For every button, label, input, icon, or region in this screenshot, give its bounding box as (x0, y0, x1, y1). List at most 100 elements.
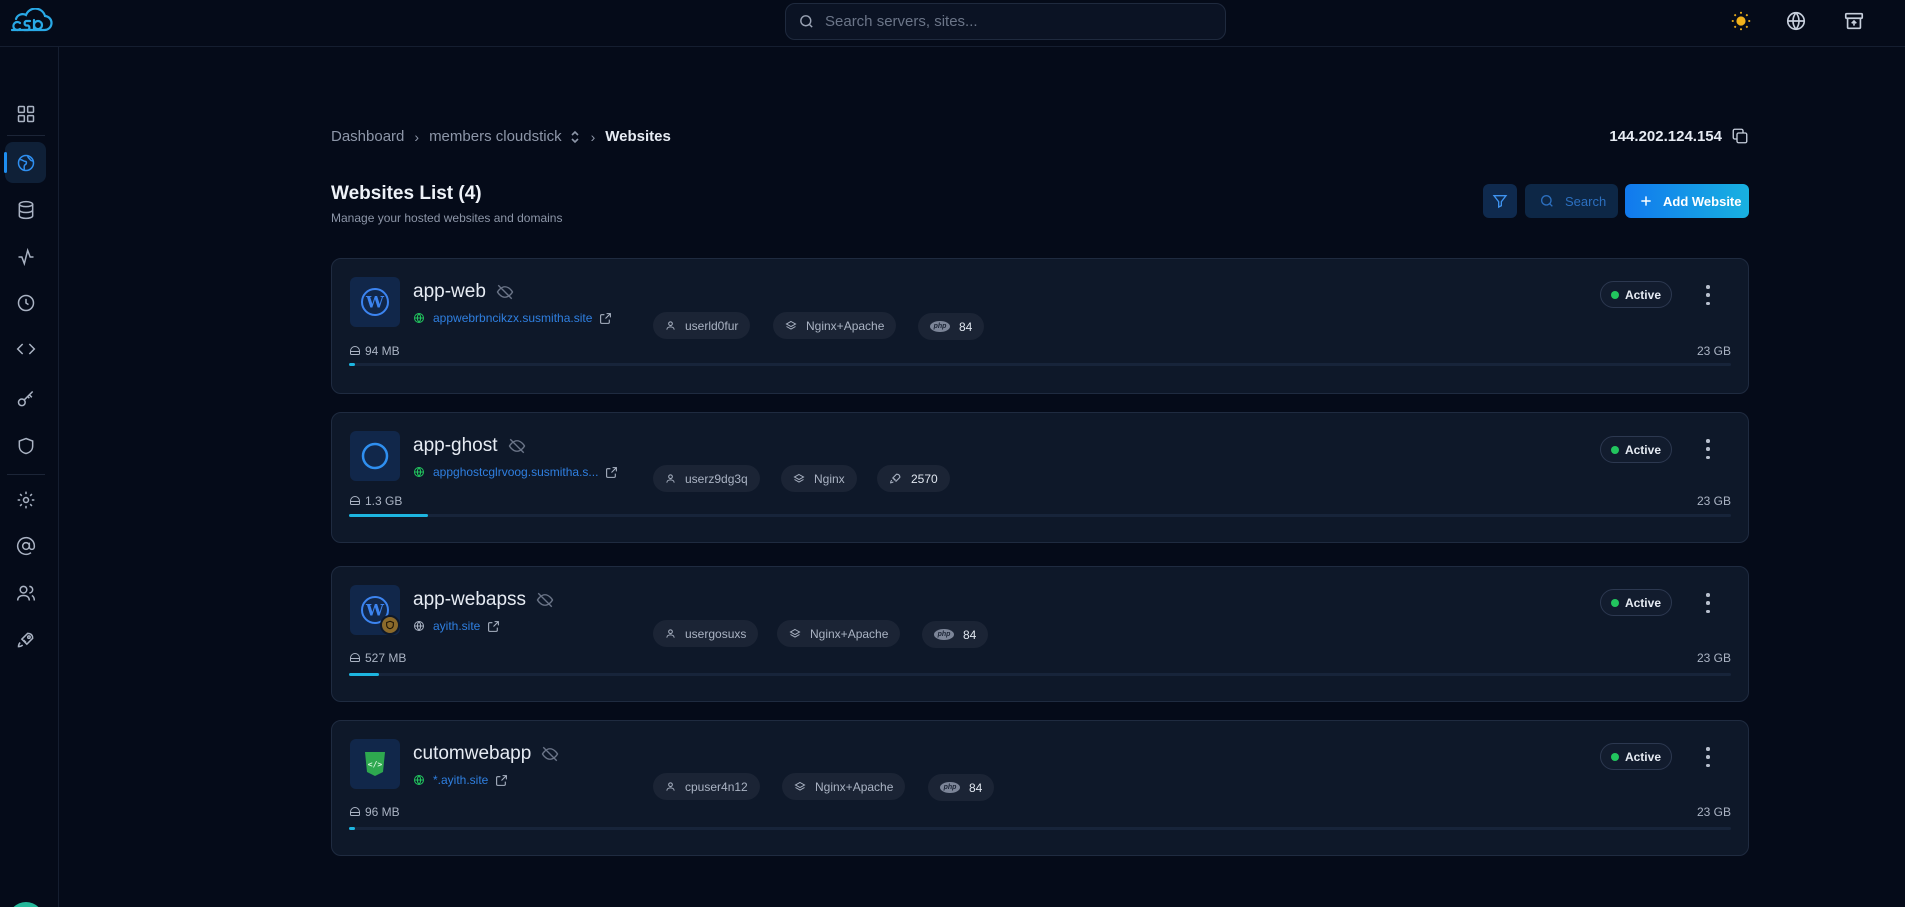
external-link-icon[interactable] (605, 466, 618, 479)
status-dot (1610, 290, 1619, 299)
more-options-icon[interactable] (1702, 747, 1714, 767)
disk-usage: 1.3 GB (349, 494, 402, 508)
svg-text:W: W (365, 601, 385, 620)
runtime-chip: php 84 (922, 621, 989, 648)
search-websites-button[interactable]: Search (1525, 184, 1618, 218)
website-card[interactable]: </> cutomwebapp *.ayith.site cpuser4n12 … (331, 720, 1749, 856)
website-domain[interactable]: appwebrbncikzx.susmitha.site (413, 311, 612, 325)
page-subtitle: Manage your hosted websites and domains (331, 211, 563, 225)
cloudstick-logo[interactable] (8, 8, 54, 34)
runtime-chip-label: 84 (963, 627, 977, 642)
external-link-icon[interactable] (487, 620, 500, 633)
website-name[interactable]: app-web (413, 281, 486, 303)
more-options-icon[interactable] (1702, 439, 1714, 459)
website-name[interactable]: cutomwebapp (413, 743, 531, 765)
eye-off-icon[interactable] (536, 591, 554, 609)
sidebar-item-databases[interactable] (5, 189, 46, 230)
user-chip-label: userld0fur (685, 318, 739, 333)
avatar[interactable] (8, 902, 44, 907)
copy-icon[interactable] (1731, 127, 1749, 145)
search-icon (1541, 195, 1553, 207)
global-search-box[interactable] (785, 3, 1226, 40)
status-dot (1610, 445, 1619, 454)
website-card[interactable]: W app-webapss ayith.site usergosuxs Ngin… (331, 566, 1749, 702)
globe-icon (17, 154, 34, 171)
external-link-icon[interactable] (599, 312, 612, 325)
user-chip-label: cpuser4n12 (685, 779, 748, 794)
more-options-icon[interactable] (1702, 285, 1714, 305)
website-name-row: app-webapss (413, 589, 554, 611)
sidebar-item-deploy[interactable] (5, 619, 46, 660)
website-domain[interactable]: appghostcglrvoog.susmitha.s... (413, 465, 618, 479)
search-icon (800, 15, 813, 28)
user-icon (666, 782, 675, 791)
layers-icon (793, 473, 805, 483)
sun-icon[interactable] (1730, 10, 1752, 32)
filter-button[interactable] (1483, 184, 1517, 218)
disk-usage: 94 MB (349, 344, 400, 358)
status-label: Active (1624, 287, 1661, 302)
sidebar-item-ssh-keys[interactable] (5, 378, 46, 419)
grid-icon (17, 105, 34, 122)
disk-icon (350, 496, 360, 505)
status-badge: Active (1599, 281, 1672, 308)
chevron-up-down-icon (571, 130, 579, 143)
global-search-input[interactable] (825, 13, 1205, 30)
sidebar-item-security[interactable] (5, 425, 46, 466)
sidebar-item-cron[interactable] (5, 282, 46, 323)
website-name[interactable]: app-webapss (413, 589, 526, 611)
html5-icon: </> (350, 739, 400, 789)
disk-progress-fill (349, 827, 355, 830)
stack-chip-label: Nginx+Apache (806, 318, 885, 333)
website-card[interactable]: app-ghost appghostcglrvoog.susmitha.s...… (331, 412, 1749, 543)
eye-off-icon[interactable] (496, 283, 514, 301)
layers-icon (789, 628, 801, 638)
status-badge: Active (1599, 436, 1672, 463)
website-name-row: cutomwebapp (413, 743, 559, 765)
activity-icon (18, 247, 33, 266)
runtime-chip-label: 84 (969, 780, 983, 795)
eye-off-icon[interactable] (508, 437, 526, 455)
disk-total: 23 GB (1696, 651, 1731, 665)
runtime-chip: php 84 (918, 313, 985, 340)
stack-chip: Nginx+Apache (782, 773, 906, 800)
sidebar-item-settings[interactable] (5, 479, 46, 520)
external-link-icon[interactable] (495, 774, 508, 787)
runtime-chip: php 84 (928, 774, 995, 801)
rocket-icon (890, 473, 901, 484)
website-domain-text: ayith.site (433, 619, 481, 633)
eye-off-icon[interactable] (541, 745, 559, 763)
breadcrumb-dashboard[interactable]: Dashboard (331, 128, 404, 145)
sidebar-item-team[interactable] (5, 572, 46, 613)
globe-icon[interactable] (1785, 10, 1807, 32)
sidebar-item-code[interactable] (5, 328, 46, 369)
archive-icon[interactable] (1843, 10, 1865, 32)
sidebar-item-monitoring[interactable] (5, 236, 46, 277)
disk-usage: 527 MB (349, 651, 406, 665)
website-name[interactable]: app-ghost (413, 435, 498, 457)
page-title: Websites List (4) (331, 183, 482, 204)
sidebar-divider (7, 474, 45, 475)
sidebar-item-websites[interactable] (4, 142, 46, 183)
status-badge: Active (1599, 589, 1672, 616)
website-domain-text: appghostcglrvoog.susmitha.s... (433, 465, 599, 479)
server-selector[interactable]: members cloudstick (429, 128, 581, 145)
sidebar-item-dashboard[interactable] (5, 93, 46, 134)
website-card[interactable]: W app-web appwebrbncikzx.susmitha.site u… (331, 258, 1749, 394)
breadcrumb-server: members cloudstick (429, 128, 562, 145)
runtime-chip-label: 84 (959, 319, 973, 334)
user-chip: userld0fur (653, 312, 751, 339)
rocket-icon (17, 632, 33, 647)
disk-progress-bar (349, 514, 1731, 517)
layers-icon (785, 320, 797, 330)
website-domain[interactable]: ayith.site (413, 619, 500, 633)
disk-total: 23 GB (1696, 344, 1731, 358)
plus-icon (1641, 196, 1651, 206)
website-domain[interactable]: *.ayith.site (413, 773, 508, 787)
sidebar-item-email[interactable] (5, 525, 46, 566)
more-options-icon[interactable] (1702, 593, 1714, 613)
add-website-button[interactable]: Add Website (1625, 184, 1749, 218)
breadcrumb-current: Websites (605, 128, 671, 145)
server-ip-text: 144.202.124.154 (1609, 127, 1722, 145)
globe-icon (414, 313, 424, 323)
